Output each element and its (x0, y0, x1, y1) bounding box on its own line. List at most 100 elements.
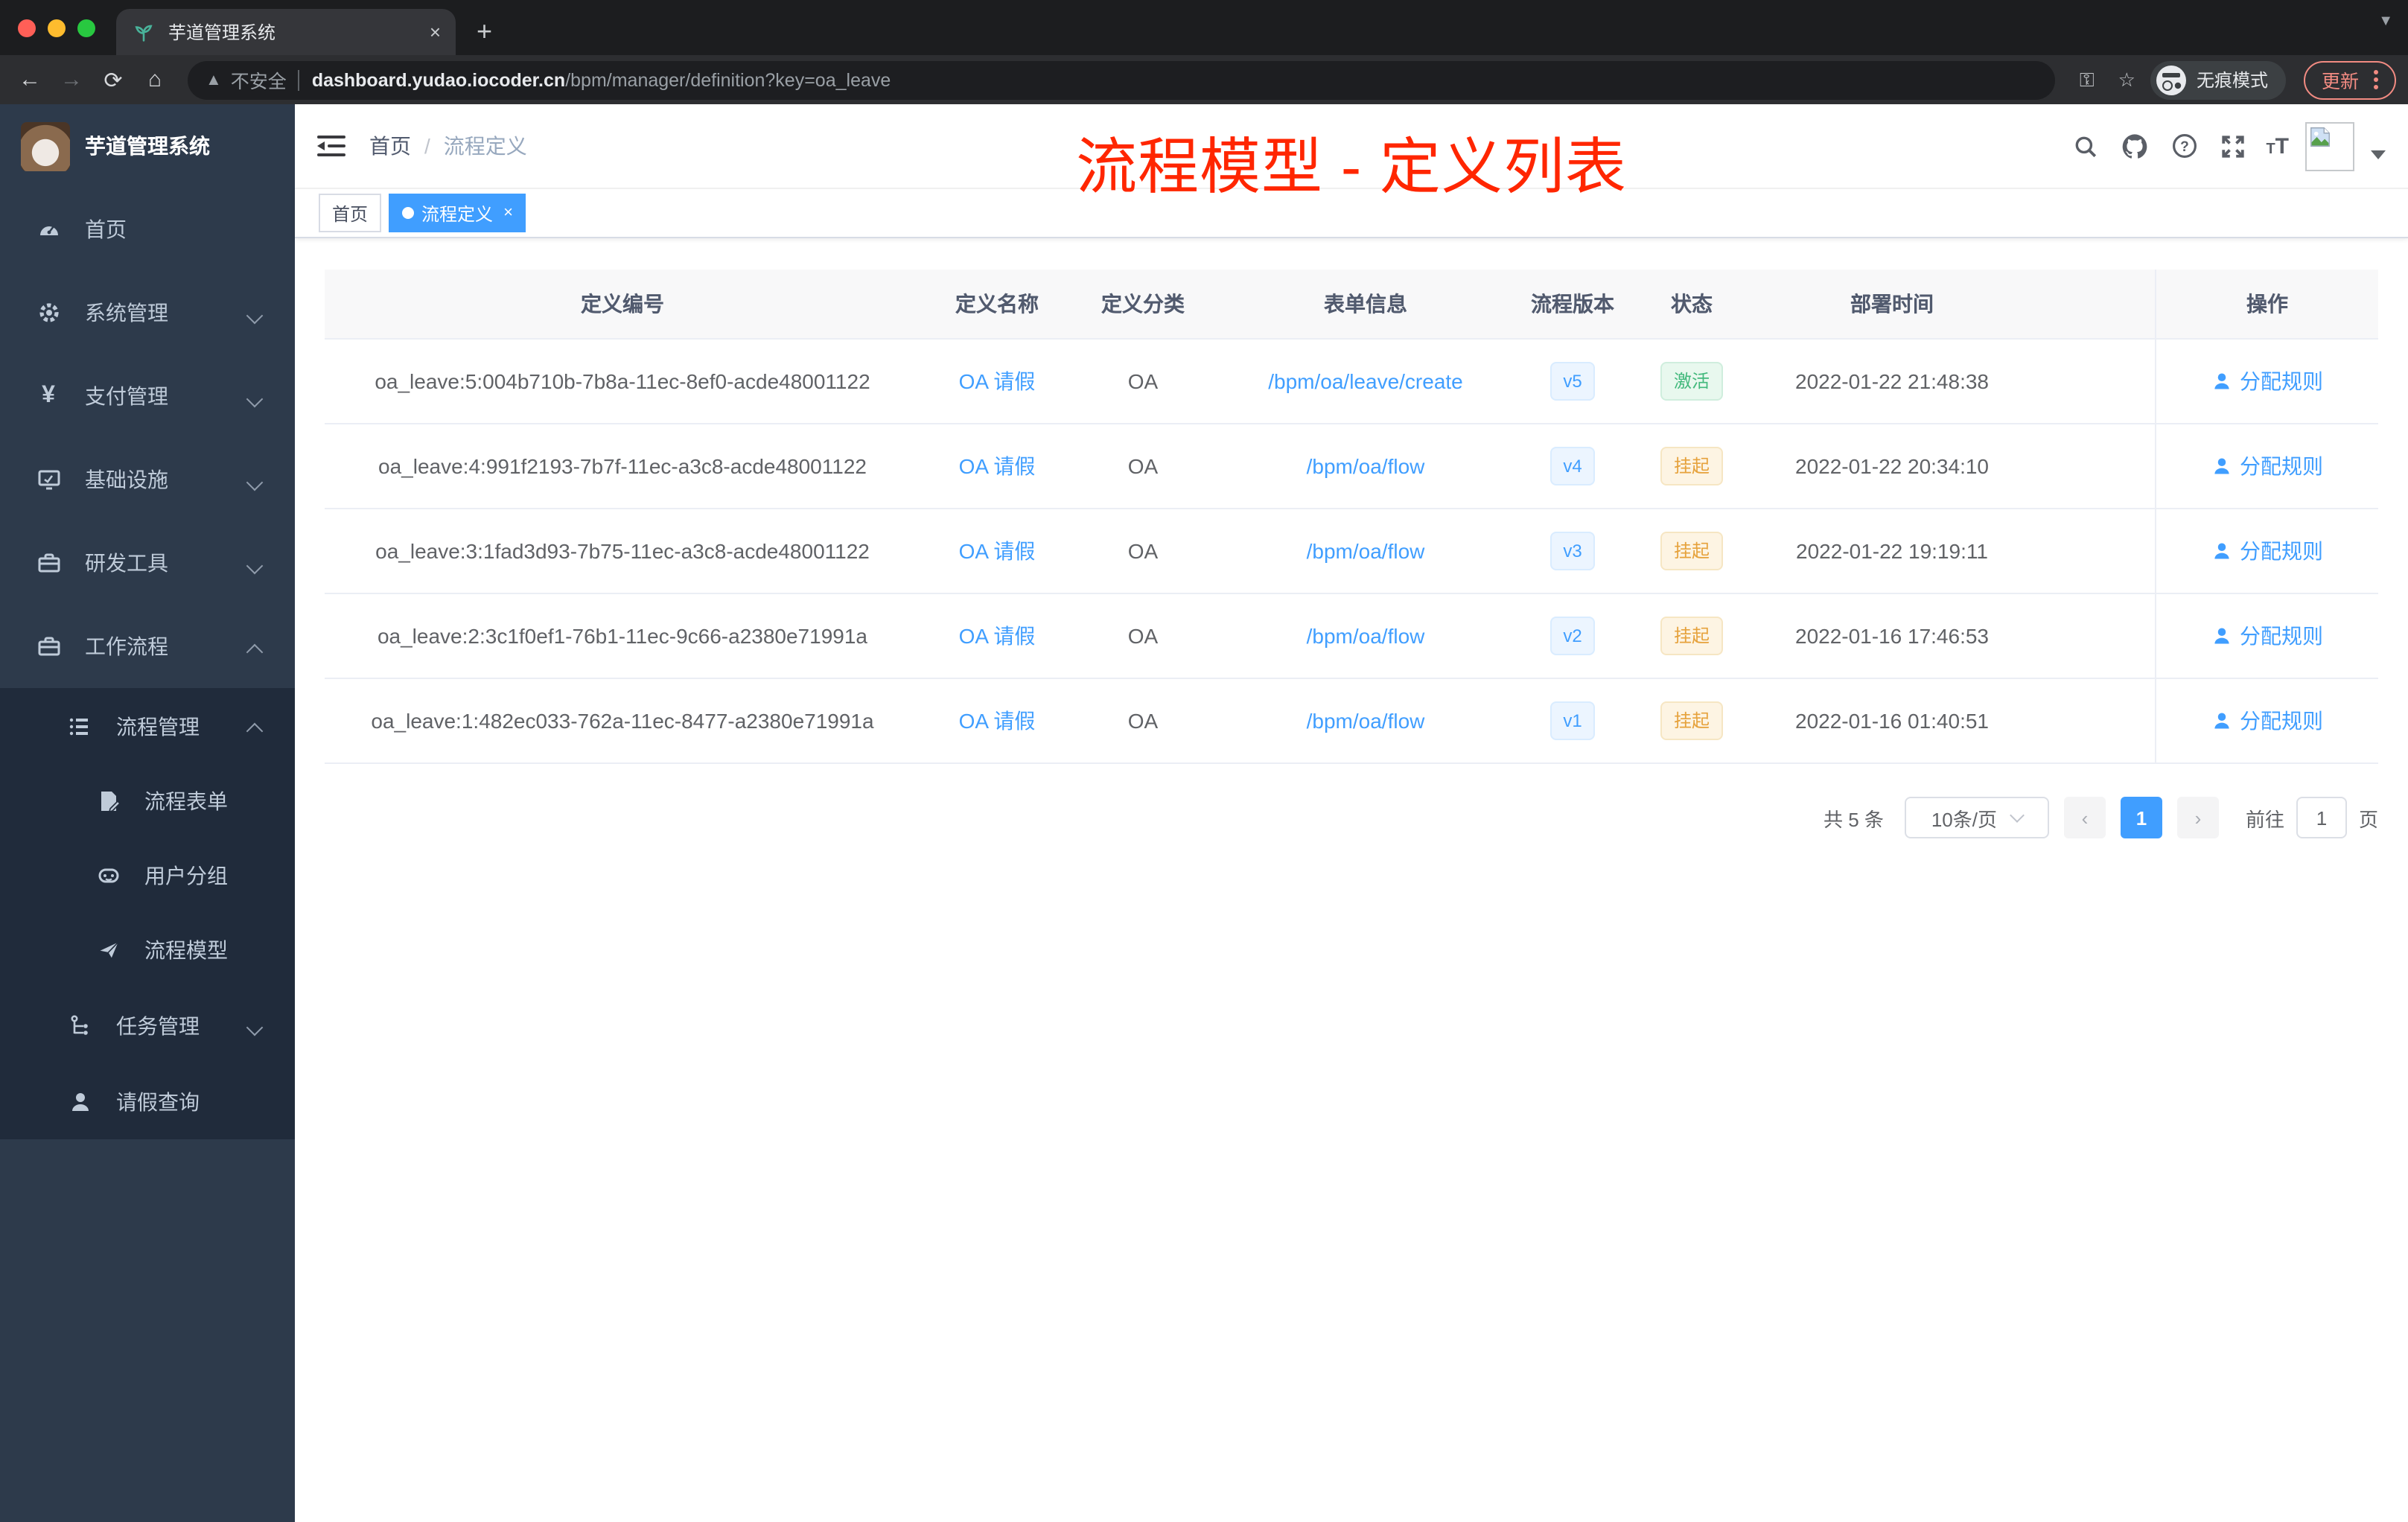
definition-name-link[interactable]: OA 请假 (959, 366, 1036, 396)
form-link[interactable]: /bpm/oa/flow (1307, 539, 1425, 563)
breadcrumb-separator: / (424, 134, 430, 158)
tab-close-icon[interactable]: × (430, 21, 441, 43)
close-window-button[interactable] (18, 19, 36, 36)
fullscreen-icon[interactable] (2217, 130, 2249, 162)
definition-name-link[interactable]: OA 请假 (959, 706, 1036, 736)
sidebar-item-label: 基础设施 (85, 468, 168, 491)
zoom-window-button[interactable] (77, 19, 95, 36)
current-page-button[interactable]: 1 (2120, 797, 2162, 838)
font-size-icon[interactable]: TT (2266, 133, 2289, 159)
sidebar-item-task-manage[interactable]: 任务管理 (0, 987, 295, 1063)
definition-name-link[interactable]: OA 请假 (959, 451, 1036, 481)
tab-search-chevron-icon[interactable]: ▼ (2378, 13, 2393, 30)
browser-menu-icon[interactable] (2374, 70, 2378, 89)
browser-toolbar: ← → ⟳ ⌂ ▲ 不安全 dashboard.yudao.iocoder.cn… (0, 55, 2408, 104)
reload-icon[interactable]: ⟳ (95, 66, 131, 93)
sidebar-item-process-model[interactable]: 流程模型 (0, 913, 295, 987)
prev-page-button[interactable]: ‹ (2063, 797, 2106, 838)
chevron-up-icon (249, 719, 262, 733)
tag-label: 首页 (332, 203, 369, 224)
sidebar-item-payment[interactable]: ¥ 支付管理 (0, 354, 295, 438)
page-size-select[interactable]: 10条/页 (1904, 797, 2049, 838)
assign-rule-button[interactable]: 分配规则 (2211, 621, 2323, 651)
sidebar-logo[interactable]: 芋道管理系统 (0, 104, 295, 188)
tag-close-icon[interactable]: × (503, 204, 513, 222)
sidebar-item-leave-query[interactable]: 请假查询 (0, 1063, 295, 1139)
sidebar-item-process-form[interactable]: 流程表单 (0, 764, 295, 838)
col-deploy-time: 部署时间 (1850, 292, 1934, 316)
table-row: oa_leave:1:482ec033-762a-11ec-8477-a2380… (325, 679, 2378, 764)
sidebar-item-label: 任务管理 (116, 1013, 200, 1037)
bookmark-star-icon[interactable]: ☆ (2118, 68, 2135, 92)
table-row: oa_leave:2:3c1f0ef1-76b1-11ec-9c66-a2380… (325, 594, 2378, 679)
back-icon[interactable]: ← (12, 67, 48, 92)
gear-icon (36, 300, 61, 325)
sidebar-item-process-manage[interactable]: 流程管理 (0, 688, 295, 764)
help-icon[interactable]: ? (2167, 130, 2200, 162)
incognito-label: 无痕模式 (2196, 70, 2268, 91)
next-page-button[interactable]: › (2176, 797, 2219, 838)
chevron-down-icon (2010, 807, 2025, 822)
status-badge: 挂起 (1660, 532, 1723, 570)
sidebar-item-workflow[interactable]: 工作流程 (0, 605, 295, 688)
sidebar-item-user-group[interactable]: 用户分组 (0, 838, 295, 913)
sidebar-item-home[interactable]: 首页 (0, 188, 295, 271)
total-count: 共 5 条 (1823, 808, 1884, 830)
not-secure-label[interactable]: 不安全 (231, 66, 287, 94)
app-title: 芋道管理系统 (85, 134, 210, 158)
github-icon[interactable] (2118, 130, 2151, 162)
goto-page-input[interactable] (2296, 797, 2347, 838)
form-link[interactable]: /bpm/oa/leave/create (1268, 369, 1463, 393)
definition-category: OA (1127, 369, 1159, 393)
minimize-window-button[interactable] (48, 19, 66, 36)
breadcrumb-home[interactable]: 首页 (369, 131, 411, 161)
assign-rule-button[interactable]: 分配规则 (2211, 366, 2323, 396)
col-status: 状态 (1671, 292, 1713, 316)
breadcrumb: 首页 / 流程定义 (369, 131, 527, 161)
sidebar-item-infra[interactable]: 基础设施 (0, 438, 295, 521)
chevron-down-icon (249, 306, 262, 319)
new-tab-button[interactable]: + (477, 16, 492, 48)
assign-rule-button[interactable]: 分配规则 (2211, 536, 2323, 566)
definition-name-link[interactable]: OA 请假 (959, 621, 1036, 651)
red-annotation-title: 流程模型 - 定义列表 (1076, 133, 1627, 201)
toolbox-icon (36, 634, 61, 659)
password-key-icon[interactable]: ⚿ (2080, 68, 2095, 92)
status-badge: 激活 (1660, 362, 1723, 401)
monitor-icon (36, 467, 61, 492)
deploy-time: 2022-01-22 19:19:11 (1796, 539, 1988, 563)
assign-rule-button[interactable]: 分配规则 (2211, 706, 2323, 736)
status-badge: 挂起 (1660, 701, 1723, 740)
tag-label: 流程定义 (421, 203, 494, 224)
tag-home[interactable]: 首页 (319, 194, 382, 232)
update-button[interactable]: 更新 (2303, 60, 2396, 99)
sidebar-item-system[interactable]: 系统管理 (0, 271, 295, 354)
sidebar-item-label: 首页 (85, 217, 127, 241)
definition-id: oa_leave:4:991f2193-7b7f-11ec-a3c8-acde4… (378, 454, 867, 478)
definition-name-link[interactable]: OA 请假 (959, 536, 1036, 566)
home-icon[interactable]: ⌂ (137, 67, 173, 92)
browser-tab[interactable]: 芋道管理系统 × (116, 9, 456, 55)
svg-text:?: ? (2180, 139, 2189, 155)
search-icon[interactable] (2069, 130, 2102, 162)
table-row: oa_leave:5:004b710b-7b8a-11ec-8ef0-acde4… (325, 340, 2378, 424)
assign-rule-button[interactable]: 分配规则 (2211, 451, 2323, 481)
form-link[interactable]: /bpm/oa/flow (1307, 454, 1425, 478)
definition-id: oa_leave:2:3c1f0ef1-76b1-11ec-9c66-a2380… (377, 624, 867, 648)
sidebar-item-devtools[interactable]: 研发工具 (0, 521, 295, 605)
tab-title: 芋道管理系统 (168, 22, 276, 43)
address-bar[interactable]: ▲ 不安全 dashboard.yudao.iocoder.cn/bpm/man… (188, 60, 2056, 99)
page-unit-label: 页 (2358, 808, 2378, 830)
avatar-dropdown-icon[interactable] (2371, 150, 2386, 159)
definition-category: OA (1127, 454, 1159, 478)
form-link[interactable]: /bpm/oa/flow (1307, 709, 1425, 733)
table-header-row: 定义编号 定义名称 定义分类 表单信息 流程版本 状态 部署时间 操作 (325, 270, 2378, 340)
collapse-sidebar-icon[interactable] (317, 135, 345, 157)
user-avatar[interactable] (2305, 121, 2354, 171)
definition-id: oa_leave:3:1fad3d93-7b75-11ec-a3c8-acde4… (375, 539, 870, 563)
chevron-down-icon (249, 556, 262, 570)
tag-process-definition[interactable]: 流程定义 × (389, 194, 526, 232)
window-controls[interactable] (0, 0, 116, 55)
forward-icon[interactable]: → (54, 67, 89, 92)
form-link[interactable]: /bpm/oa/flow (1307, 624, 1425, 648)
